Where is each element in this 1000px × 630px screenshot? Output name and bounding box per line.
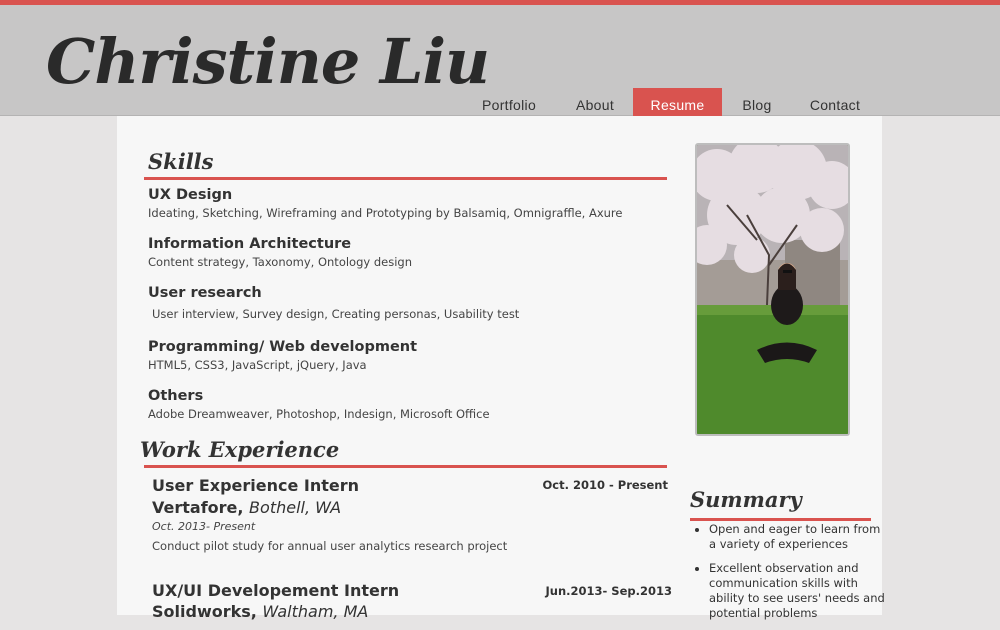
work-title: Work Experience: [140, 437, 340, 462]
job-title: User Experience Intern: [152, 476, 360, 495]
summary-item: Open and eager to learn from a variety o…: [709, 522, 887, 552]
job-location: Bothell, WA: [249, 498, 342, 517]
profile-photo-illustration: [697, 145, 848, 434]
skill-desc: User interview, Survey design, Creating …: [152, 307, 520, 321]
skill-heading: Information Architecture: [148, 236, 352, 252]
skill-heading: Programming/ Web development: [148, 339, 418, 355]
skill-heading: UX Design: [148, 187, 233, 203]
job-company: Vertafore,: [152, 498, 244, 517]
job-date: Jun.2013- Sep.2013: [545, 584, 673, 598]
skill-desc: Ideating, Sketching, Wireframing and Pro…: [148, 206, 623, 220]
summary-title: Summary: [690, 487, 802, 512]
job-title: UX/UI Developement Intern: [152, 581, 400, 600]
skill-desc: HTML5, CSS3, JavaScript, jQuery, Java: [148, 358, 367, 372]
skill-heading: Others: [148, 388, 204, 404]
skill-desc: Content strategy, Taxonomy, Ontology des…: [148, 255, 412, 269]
summary-divider: [690, 518, 871, 521]
job-company-line: Vertafore, Bothell, WA: [152, 498, 341, 517]
skill-heading: User research: [148, 285, 262, 301]
skill-desc: Adobe Dreamweaver, Photoshop, Indesign, …: [148, 407, 490, 421]
job-period: Oct. 2013- Present: [152, 520, 256, 533]
site-logo[interactable]: Christine Liu: [46, 25, 490, 98]
job-company-line: Solidworks, Waltham, MA: [152, 602, 368, 621]
job-desc: Conduct pilot study for annual user anal…: [152, 539, 508, 553]
job-date: Oct. 2010 - Present: [542, 478, 668, 492]
profile-photo: [695, 143, 850, 436]
work-divider: [144, 465, 667, 468]
job-company: Solidworks,: [152, 602, 257, 621]
site-header: Christine Liu Portfolio About Resume Blo…: [0, 5, 1000, 128]
skills-divider: [144, 177, 667, 180]
skills-title: Skills: [148, 149, 214, 174]
summary-list: Open and eager to learn from a variety o…: [695, 522, 887, 630]
job-location: Waltham, MA: [262, 602, 369, 621]
summary-item: Excellent observation and communication …: [709, 561, 887, 621]
